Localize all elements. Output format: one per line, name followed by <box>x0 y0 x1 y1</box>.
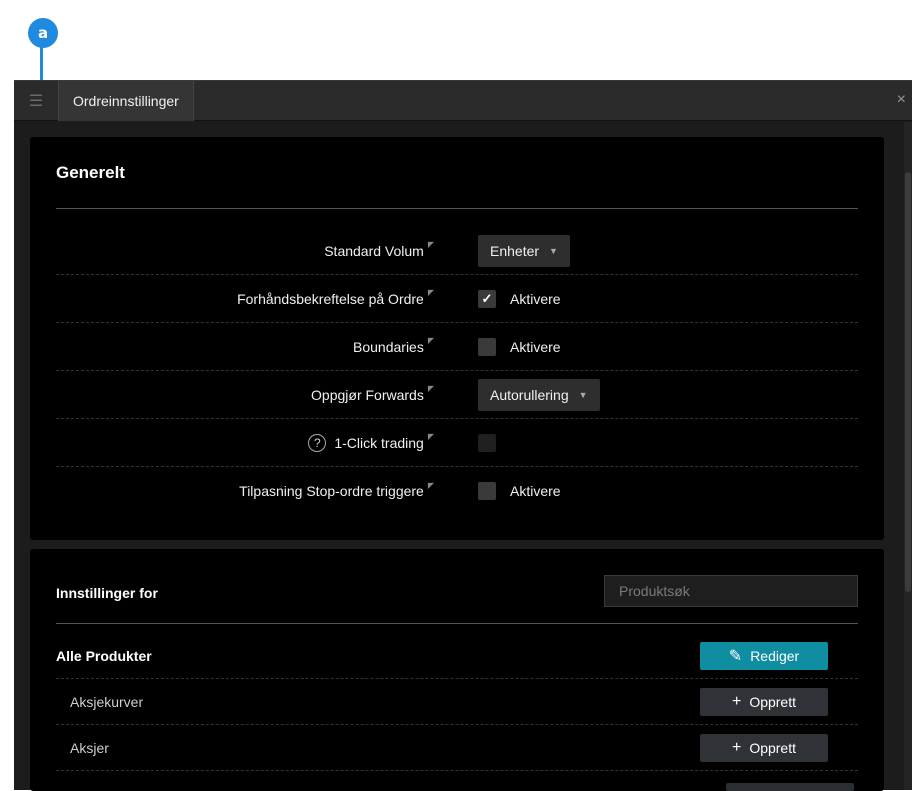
stop-order-triggers-checkbox[interactable] <box>478 482 496 500</box>
plus-icon: + <box>731 692 742 710</box>
order-confirmation-checkbox[interactable]: ✓ <box>478 289 496 308</box>
general-panel: Generelt Standard Volum ◤ Enheter ▼ Forhå… <box>30 137 884 540</box>
standard-volume-value: Enheter <box>490 242 540 259</box>
flag-icon: ◤ <box>427 336 434 345</box>
create-button[interactable]: + Opprett <box>700 733 828 762</box>
create-button[interactable]: + Opprett <box>700 687 828 716</box>
boundaries-control: Aktivere <box>478 337 561 356</box>
row-standard-volume: Standard Volum ◤ Enheter ▼ <box>56 227 858 275</box>
plus-icon: + <box>731 738 742 756</box>
annotation-badge: a <box>28 18 58 48</box>
standard-volume-select[interactable]: Enheter ▼ <box>478 234 570 267</box>
settle-forwards-select[interactable]: Autorullering ▼ <box>478 378 600 411</box>
divider <box>56 623 858 624</box>
help-icon[interactable]: ? <box>308 433 327 452</box>
one-click-trading-label: ? 1-Click trading ◤ <box>308 432 434 452</box>
boundaries-text: Boundaries <box>353 338 424 355</box>
checkmark-icon: ✓ <box>481 290 493 306</box>
boundaries-activate-label: Aktivere <box>510 338 561 355</box>
tab-title: Ordreinnstillinger <box>73 92 179 109</box>
stop-order-triggers-text: Tilpasning Stop-ordre triggere <box>239 483 424 499</box>
flag-icon: ◤ <box>427 432 434 441</box>
product-name: Alle Produkter <box>56 647 152 664</box>
flag-icon: ◤ <box>427 480 434 490</box>
menu-icon[interactable]: ☰ <box>14 81 58 121</box>
edit-button[interactable]: ✎ Rediger <box>700 641 828 670</box>
product-search-input[interactable] <box>604 575 858 607</box>
caret-down-icon: ▼ <box>578 389 588 400</box>
product-name: Aksjer <box>70 739 109 756</box>
product-row-all: Alle Produkter ✎ Rediger <box>56 633 858 679</box>
settle-forwards-control: Autorullering ▼ <box>478 378 600 411</box>
window-titlebar: ☰ Ordreinnstillinger × <box>14 80 912 121</box>
pencil-icon: ✎ <box>728 647 743 665</box>
row-order-confirmation: Forhåndsbekreftelse på Ordre ◤ ✓ Aktivere <box>56 275 858 323</box>
close-icon[interactable]: × <box>897 91 906 109</box>
standard-volume-text: Standard Volum <box>324 242 424 259</box>
order-confirmation-label: Forhåndsbekreftelse på Ordre ◤ <box>237 288 434 307</box>
settings-for-label: Innstillinger for <box>56 585 158 601</box>
divider <box>56 208 858 209</box>
order-confirmation-activate-label: Aktivere <box>510 290 561 307</box>
caret-down-icon: ▼ <box>549 245 558 256</box>
flag-icon: ◤ <box>427 288 434 297</box>
boundaries-label: Boundaries ◤ <box>353 336 434 355</box>
row-stop-order-triggers: Tilpasning Stop-ordre triggere ◤ Aktivere <box>56 467 858 515</box>
create-button-label: Opprett <box>749 739 797 756</box>
order-confirmation-control: ✓ Aktivere <box>478 289 561 308</box>
product-row-equity-baskets: Aksjekurver + Opprett <box>56 679 858 725</box>
create-button-label: Opprett <box>749 693 797 710</box>
boundaries-checkbox[interactable] <box>478 337 496 356</box>
order-confirmation-text: Forhåndsbekreftelse på Ordre <box>237 290 424 307</box>
settle-forwards-text: Oppgjør Forwards <box>311 386 424 403</box>
stop-order-triggers-label: Tilpasning Stop-ordre triggere ◤ <box>239 480 434 500</box>
standard-volume-control: Enheter ▼ <box>478 234 570 267</box>
product-name: Aksjekurver <box>70 693 144 710</box>
settle-forwards-value: Autorullering <box>490 386 569 403</box>
one-click-trading-checkbox[interactable] <box>478 433 496 452</box>
row-one-click-trading: ? 1-Click trading ◤ <box>56 419 858 467</box>
row-settle-forwards: Oppgjør Forwards ◤ Autorullering ▼ <box>56 371 858 419</box>
stop-order-triggers-control: Aktivere <box>478 482 561 500</box>
one-click-trading-text: 1-Click trading <box>334 434 424 451</box>
row-boundaries: Boundaries ◤ Aktivere <box>56 323 858 371</box>
settle-forwards-label: Oppgjør Forwards ◤ <box>311 384 434 403</box>
scrollbar[interactable] <box>904 122 912 790</box>
one-click-trading-control <box>478 433 496 452</box>
stop-order-triggers-activate-label: Aktivere <box>510 483 561 499</box>
edit-button-label: Rediger <box>750 647 800 664</box>
tab-order-settings[interactable]: Ordreinnstillinger <box>58 80 194 121</box>
flag-icon: ◤ <box>427 384 434 393</box>
product-row-equities: Aksjer + Opprett <box>56 725 858 771</box>
products-panel: Innstillinger for Alle Produkter ✎ Redig… <box>30 549 884 791</box>
general-title: Generelt <box>56 163 125 182</box>
flag-icon: ◤ <box>427 240 434 249</box>
scrollbar-thumb[interactable] <box>905 172 911 592</box>
order-settings-window: ☰ Ordreinnstillinger × Generelt Standard… <box>14 80 912 791</box>
standard-volume-label: Standard Volum ◤ <box>324 240 434 259</box>
